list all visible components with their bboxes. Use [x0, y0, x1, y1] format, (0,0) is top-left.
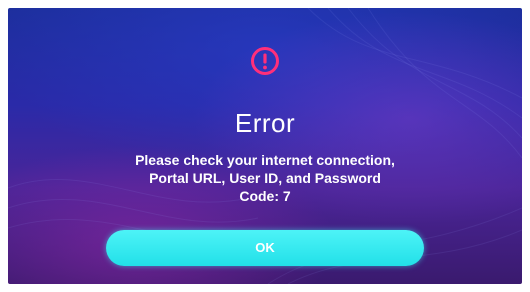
error-code: Code: 7	[239, 188, 291, 204]
error-message: Please check your internet connection, P…	[8, 151, 522, 205]
ok-button[interactable]: OK	[106, 230, 424, 266]
error-screen: Error Please check your internet connect…	[8, 8, 522, 284]
exclamation-circle-icon	[251, 47, 279, 75]
message-line: Portal URL, User ID, and Password	[149, 170, 381, 186]
message-line: Please check your internet connection,	[135, 152, 395, 168]
dialog-title: Error	[234, 108, 296, 138]
